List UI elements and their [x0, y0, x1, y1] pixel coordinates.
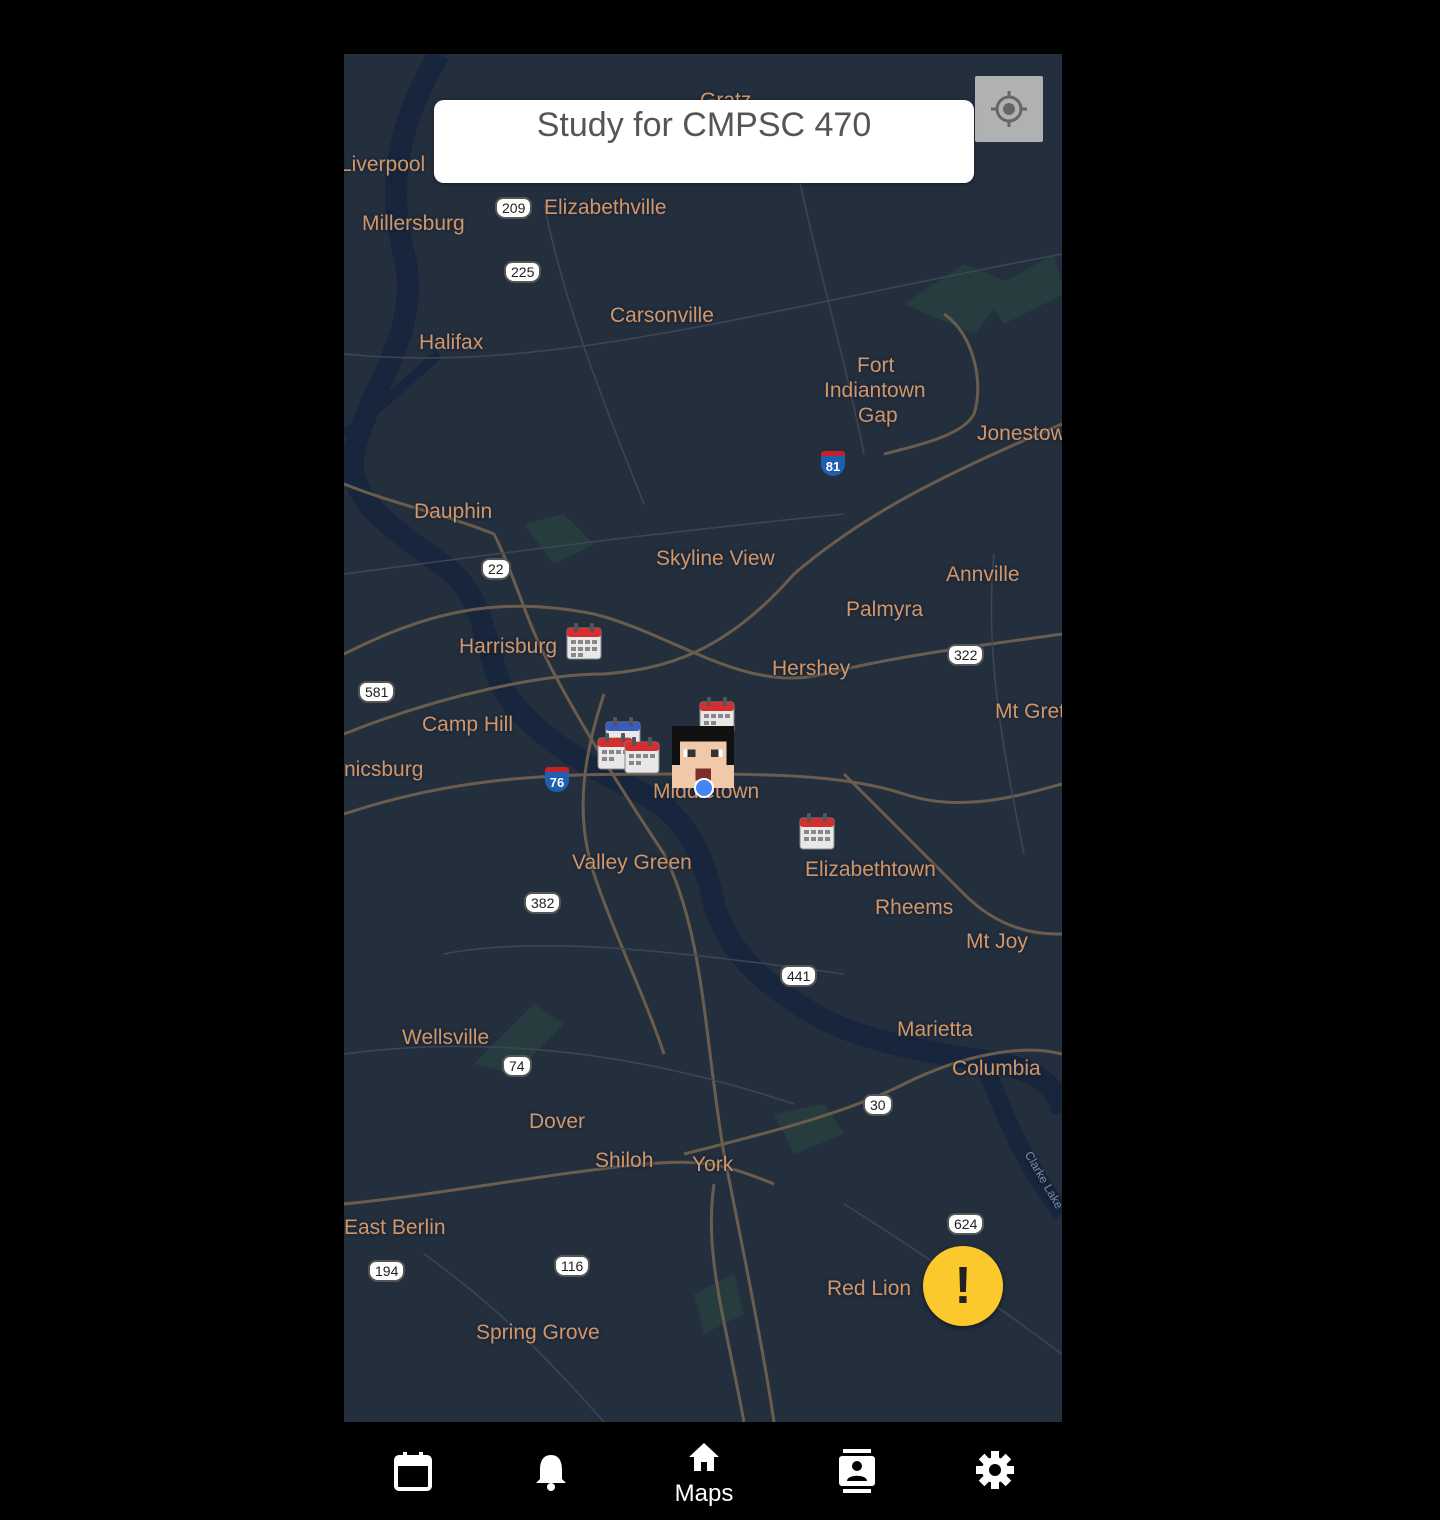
- calendar-event-marker-icon[interactable]: [566, 622, 602, 660]
- place-label: Red Lion: [827, 1277, 912, 1300]
- place-label: Elizabethville: [544, 196, 667, 219]
- crosshair-icon: [991, 91, 1027, 127]
- calendar-icon: [394, 1452, 432, 1491]
- place-label: Annville: [946, 563, 1020, 586]
- route-shield: 225: [504, 261, 542, 283]
- place-label: Carsonville: [610, 304, 714, 327]
- place-label: Skyline View: [656, 547, 775, 570]
- place-label: Wellsville: [402, 1026, 490, 1049]
- home-icon: [689, 1443, 719, 1471]
- route-shield: 74: [502, 1055, 532, 1077]
- route-shield: 116: [554, 1255, 591, 1277]
- place-label: Liverpool: [344, 153, 426, 176]
- place-label: Palmyra: [846, 598, 924, 621]
- place-label: Columbia: [952, 1057, 1041, 1080]
- place-label: Camp Hill: [422, 713, 514, 736]
- calendar-event-marker-icon[interactable]: [799, 812, 835, 850]
- place-label: nicsburg: [344, 758, 424, 781]
- interstate-shield: 81: [821, 451, 845, 476]
- place-label: Elizabethtown: [805, 858, 936, 881]
- route-shield: 194: [368, 1260, 406, 1282]
- route-shield: 382: [524, 892, 562, 914]
- place-label: Hershey: [772, 657, 851, 680]
- route-shield: 581: [358, 681, 396, 703]
- bottom-navigation: Maps: [344, 1422, 1062, 1520]
- place-label: Halifax: [419, 331, 484, 354]
- place-label: Harrisburg: [459, 635, 558, 658]
- calendar-event-marker-icon[interactable]: [624, 736, 660, 774]
- place-label: Jonestow: [977, 422, 1062, 445]
- nav-maps-label: Maps: [674, 1480, 734, 1507]
- route-shield: 441: [780, 965, 818, 987]
- contacts-icon: [839, 1449, 875, 1493]
- nav-settings[interactable]: [945, 1422, 1045, 1520]
- route-shield: 624: [947, 1213, 985, 1235]
- place-label: York: [692, 1153, 734, 1176]
- my-location-button[interactable]: [975, 76, 1043, 142]
- bell-icon: [536, 1455, 566, 1491]
- route-shield: 322: [947, 644, 985, 666]
- nav-notifications[interactable]: [501, 1422, 601, 1520]
- place-label: Gap: [858, 404, 898, 427]
- place-label: Valley Green: [572, 851, 692, 874]
- route-shield: 22: [481, 558, 511, 580]
- gear-icon: [976, 1451, 1014, 1489]
- place-label: Millersburg: [362, 212, 465, 235]
- place-label: Dauphin: [414, 500, 493, 523]
- interstate-shield: 76: [545, 767, 569, 792]
- nav-calendar[interactable]: [363, 1422, 463, 1520]
- place-label: East Berlin: [344, 1216, 446, 1239]
- alert-button[interactable]: !: [923, 1246, 1003, 1326]
- event-search-bar[interactable]: Study for CMPSC 470: [434, 100, 974, 183]
- nav-contacts[interactable]: [807, 1422, 907, 1520]
- route-shield: 30: [863, 1094, 893, 1116]
- place-label: Indiantown: [824, 379, 926, 402]
- place-label: Rheems: [875, 896, 954, 919]
- place-label: Shiloh: [595, 1149, 654, 1172]
- current-location-dot: [694, 778, 714, 798]
- place-label: Dover: [529, 1110, 586, 1133]
- search-bar-text: Study for CMPSC 470: [536, 106, 872, 144]
- exclamation-icon: !: [954, 1257, 972, 1315]
- place-label: Mt Joy: [966, 930, 1028, 953]
- nav-maps[interactable]: Maps: [654, 1422, 754, 1520]
- place-label: Spring Grove: [476, 1321, 600, 1344]
- route-shield: 209: [495, 197, 533, 219]
- place-label: Mt Gret: [995, 700, 1062, 723]
- place-label: Marietta: [897, 1018, 973, 1041]
- place-label: Fort: [857, 354, 895, 377]
